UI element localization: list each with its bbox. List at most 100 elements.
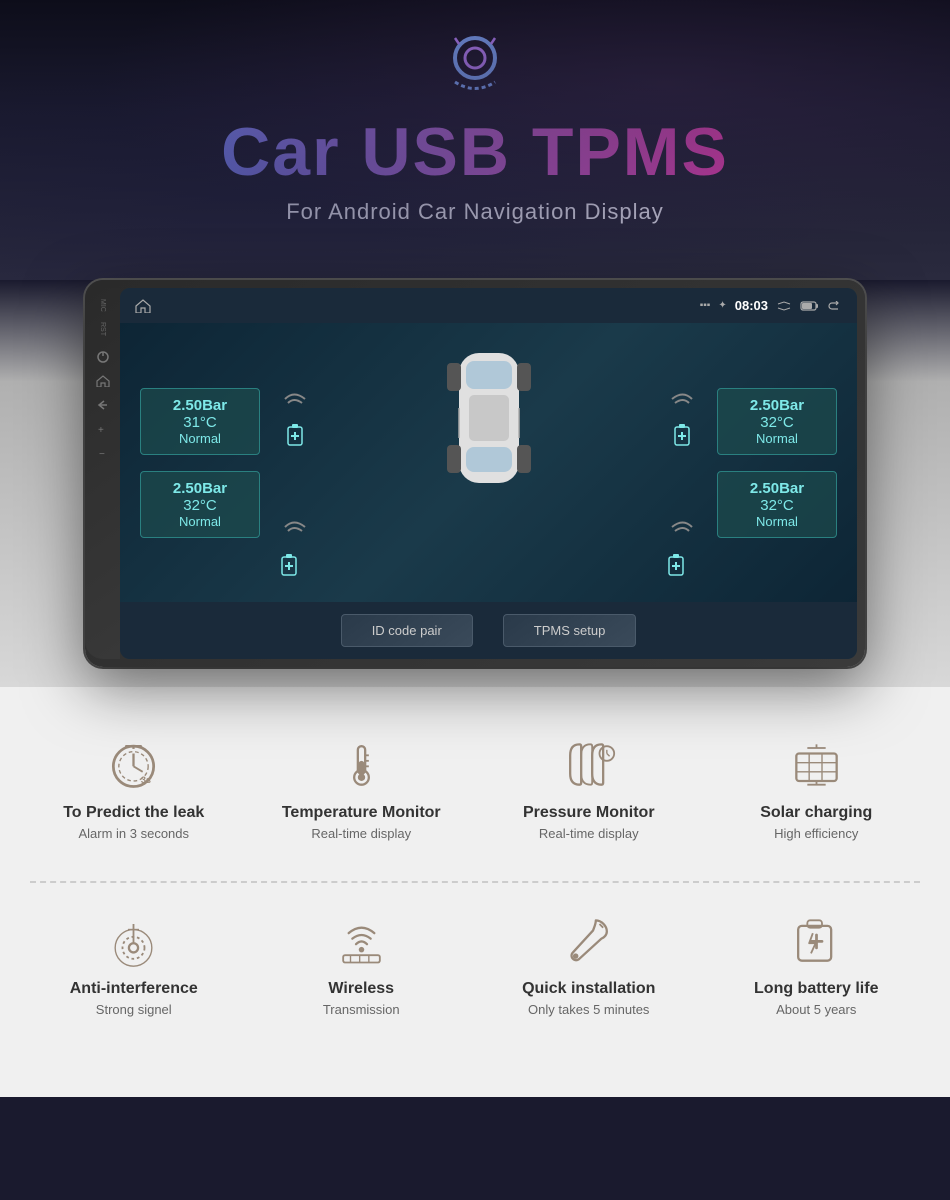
feature-solar-desc: High efficiency <box>723 826 911 841</box>
pressure-icon <box>561 737 616 792</box>
hero-section: Car USB TPMS For Android Car Navigation … <box>0 0 950 280</box>
feature-predict-leak-title: To Predict the leak <box>40 804 228 822</box>
center-car-display <box>280 343 697 582</box>
device-section: MIC RST + − <box>0 280 950 687</box>
signal-waves-left-front <box>280 385 310 420</box>
car-top-view <box>310 343 667 493</box>
device-frame: MIC RST + − <box>85 280 865 667</box>
left-rear-signal <box>280 513 310 582</box>
tire-fl-status: Normal <box>155 431 245 446</box>
features-section: 3s To Predict the leak Alarm in 3 second… <box>0 687 950 1097</box>
feature-quick-install-desc: Only takes 5 minutes <box>495 1002 683 1017</box>
bottom-signal-row <box>280 513 697 582</box>
feature-quick-install: Quick installation Only takes 5 minutes <box>485 903 693 1027</box>
feature-temperature-title: Temperature Monitor <box>268 804 456 822</box>
battery-life-icon <box>789 913 844 968</box>
feature-battery: Long battery life About 5 years <box>713 903 921 1027</box>
features-divider <box>30 881 920 883</box>
page-subtitle: For Android Car Navigation Display <box>20 199 930 225</box>
feature-wireless-title: Wireless <box>268 980 456 998</box>
device-sidebar: MIC RST + − <box>85 288 120 659</box>
feature-battery-desc: About 5 years <box>723 1002 911 1017</box>
tire-rr-temp: 32°C <box>732 497 822 514</box>
solar-icon <box>789 737 844 792</box>
right-front-signal <box>667 385 697 452</box>
car-svg <box>444 343 534 493</box>
page-title: Car USB TPMS <box>20 113 930 191</box>
tire-fr-status: Normal <box>732 431 822 446</box>
feature-battery-title: Long battery life <box>723 980 911 998</box>
signal-waves-right-front <box>667 385 697 420</box>
feature-temperature: Temperature Monitor Real-time display <box>258 727 466 851</box>
sidebar-power-icon <box>93 348 113 366</box>
return-icon <box>828 301 842 311</box>
tire-fr-pressure: 2.50Bar <box>732 397 822 414</box>
feature-anti-interference: Anti-interference Strong signel <box>30 903 238 1027</box>
bluetooth-icon: ✦ <box>718 300 726 311</box>
signal-waves-right-rear <box>667 513 697 548</box>
tire-rr-pressure: 2.50Bar <box>732 480 822 497</box>
sidebar-rst-label: RST <box>93 320 113 338</box>
id-code-pair-button[interactable]: ID code pair <box>341 614 473 647</box>
feature-anti-interference-title: Anti-interference <box>40 980 228 998</box>
expand-icon <box>776 301 792 311</box>
sidebar-back-icon <box>93 396 113 414</box>
tpms-setup-button[interactable]: TPMS setup <box>503 614 637 647</box>
feature-wireless: Wireless Transmission <box>258 903 466 1027</box>
battery-rl <box>280 553 310 582</box>
topbar-left <box>135 299 151 313</box>
battery-fl <box>280 423 310 452</box>
features-row-1: 3s To Predict the leak Alarm in 3 second… <box>30 727 920 851</box>
tire-rl-pressure: 2.50Bar <box>155 480 245 497</box>
tire-front-left: 2.50Bar 31°C Normal <box>140 388 260 455</box>
tire-fl-temp: 31°C <box>155 414 245 431</box>
tire-rr-status: Normal <box>732 514 822 529</box>
tire-rear-right: 2.50Bar 32°C Normal <box>717 471 837 538</box>
screen-buttons-bar: ID code pair TPMS setup <box>120 602 857 659</box>
feature-quick-install-title: Quick installation <box>495 980 683 998</box>
battery-rr <box>667 553 697 582</box>
wrench-icon <box>561 913 616 968</box>
topbar-status-icons: ▪▪▪ ✦ 08:03 <box>700 298 842 313</box>
signal-bars-icon: ▪▪▪ <box>700 300 711 311</box>
sidebar-vol-down-icon: − <box>93 444 113 462</box>
feature-pressure: Pressure Monitor Real-time display <box>485 727 693 851</box>
tire-rl-status: Normal <box>155 514 245 529</box>
left-tire-column: 2.50Bar 31°C Normal 2.50Bar 32°C Normal <box>140 388 260 538</box>
tire-rl-temp: 32°C <box>155 497 245 514</box>
feature-predict-leak: 3s To Predict the leak Alarm in 3 second… <box>30 727 238 851</box>
svg-text:3s: 3s <box>141 775 151 785</box>
screen-content: 2.50Bar 31°C Normal 2.50Bar 32°C Normal <box>120 323 857 602</box>
feature-temperature-desc: Real-time display <box>268 826 456 841</box>
tpms-icon-svg <box>435 30 515 100</box>
feature-solar-title: Solar charging <box>723 804 911 822</box>
feature-solar: Solar charging High efficiency <box>713 727 921 851</box>
tire-fl-pressure: 2.50Bar <box>155 397 245 414</box>
device-screen: ▪▪▪ ✦ 08:03 2.50Bar 31 <box>120 288 857 659</box>
thermometer-icon <box>334 737 389 792</box>
tire-rear-left: 2.50Bar 32°C Normal <box>140 471 260 538</box>
left-front-signal <box>280 385 310 452</box>
features-row-2: Anti-interference Strong signel <box>30 903 920 1027</box>
battery-status-icon <box>800 300 820 312</box>
feature-wireless-desc: Transmission <box>268 1002 456 1017</box>
sidebar-mic-label: MIC <box>93 296 113 314</box>
signal-icon <box>106 913 161 968</box>
topbar-time: 08:03 <box>735 298 768 313</box>
screen-topbar: ▪▪▪ ✦ 08:03 <box>120 288 857 323</box>
device-container: MIC RST + − <box>85 280 865 667</box>
home-icon <box>135 299 151 313</box>
signal-waves-left-rear <box>280 513 310 548</box>
svg-text:−: − <box>99 449 105 459</box>
wireless-icon <box>334 913 389 968</box>
svg-text:+: + <box>98 425 104 435</box>
sidebar-home-icon <box>93 372 113 390</box>
sidebar-vol-up-icon: + <box>93 420 113 438</box>
feature-pressure-desc: Real-time display <box>495 826 683 841</box>
tire-front-right: 2.50Bar 32°C Normal <box>717 388 837 455</box>
feature-predict-leak-desc: Alarm in 3 seconds <box>40 826 228 841</box>
right-rear-signal <box>667 513 697 582</box>
timer-icon: 3s <box>106 737 161 792</box>
feature-pressure-title: Pressure Monitor <box>495 804 683 822</box>
top-signal-row <box>280 343 697 493</box>
